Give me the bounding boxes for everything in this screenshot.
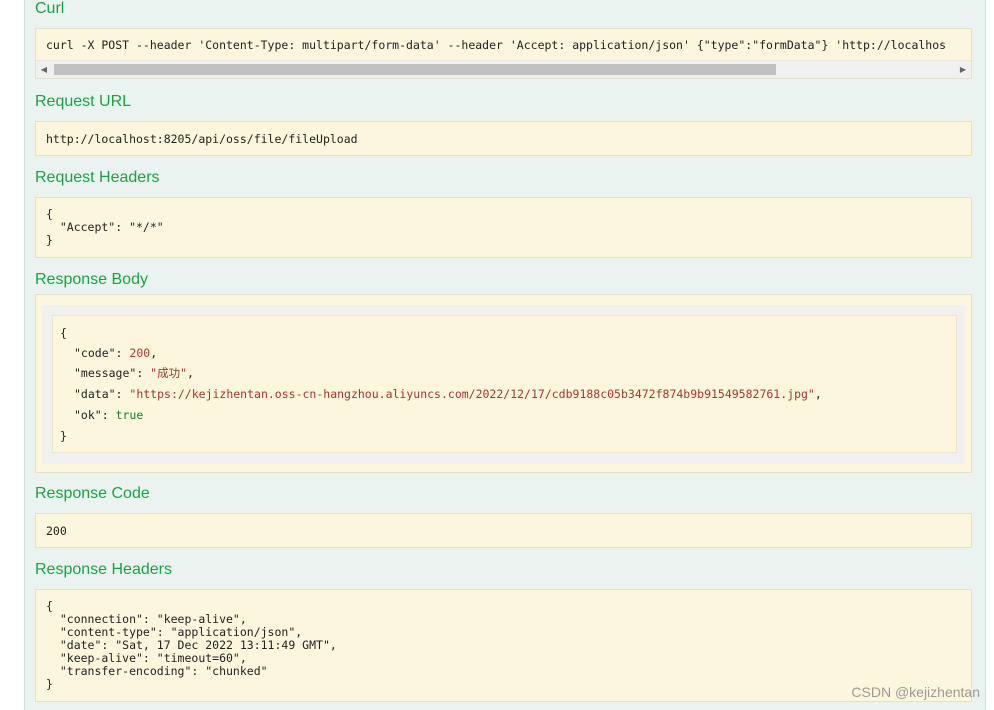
request-headers-box: { "Accept": "*/*"}	[35, 197, 972, 258]
response-code-value: 200	[46, 524, 67, 538]
request-headers-code: { "Accept": "*/*"}	[46, 208, 164, 247]
curl-command[interactable]: curl -X POST --header 'Content-Type: mul…	[46, 38, 971, 52]
request-headers-line: "Accept": "*/*"	[46, 220, 164, 234]
response-panel: Curl curl -X POST --header 'Content-Type…	[24, 0, 986, 710]
curl-box[interactable]: curl -X POST --header 'Content-Type: mul…	[35, 28, 972, 79]
response-code-title: Response Code	[35, 485, 150, 502]
response-body-title: Response Body	[35, 271, 148, 288]
json-close-brace: }	[60, 429, 67, 443]
response-headers-title: Response Headers	[35, 561, 172, 578]
json-line-ok: "ok": true	[74, 408, 144, 422]
json-key: "ok"	[74, 408, 102, 422]
response-headers-box: { "connection": "keep-alive", "content-t…	[35, 589, 972, 702]
json-key: "data"	[74, 387, 116, 401]
scroll-left-arrow-icon[interactable]: ◀	[39, 65, 49, 75]
watermark: CSDN @kejizhentan	[851, 684, 980, 700]
response-code-box: 200	[35, 513, 972, 548]
json-bool-value: true	[115, 408, 144, 422]
json-key: "message"	[74, 366, 137, 380]
json-line-message: "message": "成功",	[74, 366, 194, 380]
json-string-value: "成功"	[150, 366, 188, 380]
json-url-value[interactable]: "https://kejizhentan.oss-cn-hangzhou.ali…	[129, 387, 814, 401]
request-url-value: http://localhost:8205/api/oss/file/fileU…	[46, 132, 358, 146]
curl-title: Curl	[35, 0, 65, 17]
request-url-title: Request URL	[35, 93, 132, 110]
response-headers-line: "transfer-encoding": "chunked"	[46, 664, 268, 678]
curl-scrollbar[interactable]: ◀ ▶	[36, 60, 971, 78]
json-key: "code"	[74, 346, 116, 360]
response-body-code[interactable]: { "code": 200, "message": "成功", "data": …	[52, 315, 957, 453]
response-headers-code: { "connection": "keep-alive", "content-t…	[46, 600, 337, 691]
json-open-brace: {	[60, 326, 67, 340]
json-line-data: "data": "https://kejizhentan.oss-cn-hang…	[74, 387, 822, 401]
response-body-inner: { "code": 200, "message": "成功", "data": …	[42, 305, 965, 464]
scrollbar-thumb[interactable]	[54, 64, 776, 75]
json-line-code: "code": 200,	[74, 346, 158, 360]
request-url-box: http://localhost:8205/api/oss/file/fileU…	[35, 121, 972, 156]
request-headers-line: }	[46, 233, 53, 247]
scroll-right-arrow-icon[interactable]: ▶	[958, 65, 968, 75]
response-body-box: { "code": 200, "message": "成功", "data": …	[35, 294, 972, 473]
response-headers-line: }	[46, 677, 53, 691]
json-number-value: 200	[129, 346, 151, 360]
request-headers-title: Request Headers	[35, 169, 160, 186]
